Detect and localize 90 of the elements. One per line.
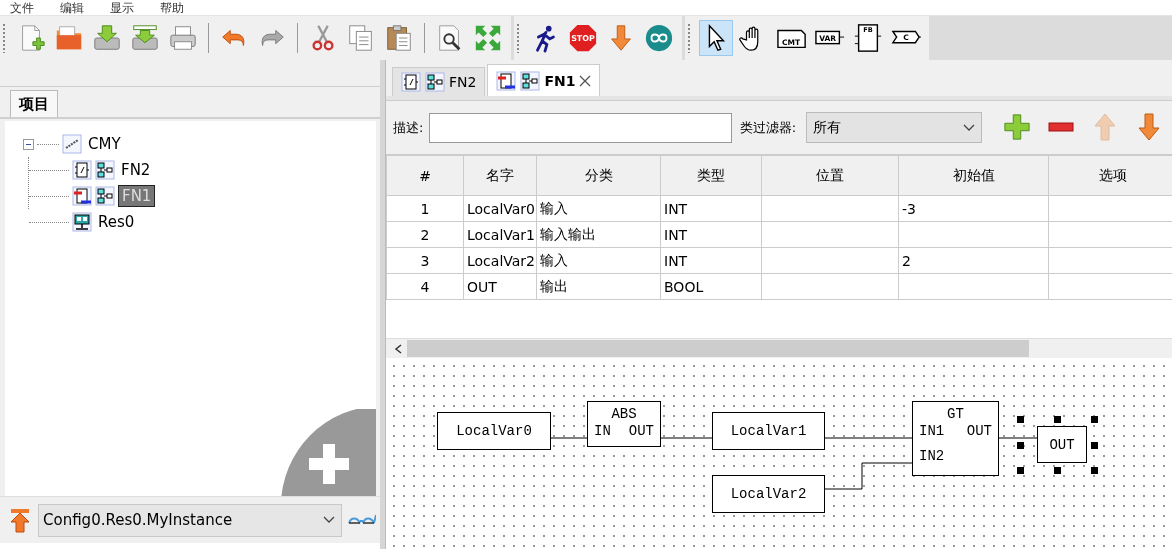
block-diagram-icon [95, 160, 115, 180]
column-header[interactable]: 位置 [761, 155, 899, 196]
up-arrow-icon[interactable] [8, 506, 32, 534]
clipboard-icon [384, 23, 414, 53]
table-cell: 输出 [536, 273, 661, 300]
table-cell: 输入 [536, 247, 661, 274]
column-header[interactable]: # [386, 155, 464, 196]
column-header[interactable]: 选项 [1048, 155, 1172, 196]
collapse-icon[interactable] [23, 138, 34, 150]
resource-icon [72, 212, 92, 232]
remove-icon [1048, 122, 1074, 132]
function-icon [72, 160, 92, 180]
function-block[interactable]: ABS IN OUT [587, 401, 661, 447]
tree-item[interactable]: Res0 [95, 212, 138, 232]
add-icon [1003, 112, 1031, 141]
table-cell: INT [660, 195, 762, 222]
printer-icon [168, 23, 198, 53]
table-cell: 3 [386, 247, 464, 274]
menu-item[interactable]: 文件 [10, 1, 34, 15]
tree-item[interactable]: FN2 [118, 160, 154, 180]
drive-download-icon [92, 23, 122, 53]
close-icon[interactable] [579, 74, 592, 87]
wire [550, 437, 588, 439]
tab-label: FN1 [544, 72, 576, 89]
expand-arrows-icon [473, 23, 503, 53]
down-arrow-icon [1138, 112, 1160, 141]
block-diagram-icon [425, 72, 445, 92]
description-field[interactable] [429, 112, 732, 143]
variable-block[interactable]: LocalVar2 [712, 475, 825, 513]
function-block[interactable]: GT IN1 IN2 OUT [912, 401, 999, 476]
port-label: IN2 [919, 448, 945, 464]
variable-block[interactable]: OUT [1037, 426, 1087, 463]
table-cell: 输入输出 [536, 221, 661, 248]
block-diagram-icon [520, 70, 541, 91]
dropdown-value: 所有 [813, 118, 842, 137]
table-cell: INT [660, 247, 762, 274]
add-button[interactable] [1002, 112, 1032, 143]
column-header[interactable]: 初始值 [898, 155, 1049, 196]
port-label: IN [594, 423, 611, 439]
column-header[interactable]: 名字 [463, 155, 537, 196]
table-cell: 2 [386, 221, 464, 248]
table-cell: INT [660, 221, 762, 248]
function-icon [496, 70, 517, 91]
table-cell: OUT [463, 273, 537, 300]
table-cell: 输入 [536, 195, 661, 222]
chevron-down-icon [323, 516, 335, 524]
tab-label: FN2 [449, 74, 477, 90]
block-diagram-icon [95, 186, 115, 206]
menu-item[interactable]: 帮助 [160, 1, 184, 15]
block-title: ABS [610, 406, 638, 422]
port-label: OUT [966, 423, 992, 439]
port-label: IN1 [919, 423, 945, 439]
glasses-icon[interactable] [348, 513, 376, 527]
tree-item[interactable]: CMY [85, 134, 124, 154]
instance-dropdown[interactable]: Config0.Res0.MyInstance [38, 503, 342, 537]
class-filter-dropdown[interactable]: 所有 [806, 112, 982, 143]
function-icon [401, 72, 421, 92]
scroll-left-icon[interactable] [394, 343, 402, 354]
scrollbar-thumb[interactable] [407, 340, 1029, 357]
table-cell: 4 [386, 273, 464, 300]
menu-item[interactable]: 显示 [110, 1, 134, 15]
table-cell: -3 [898, 195, 1049, 222]
wire [660, 437, 713, 439]
editor-tab[interactable]: FN1 [487, 64, 601, 96]
table-cell: 1 [386, 195, 464, 222]
infinity-circle-icon [644, 23, 674, 53]
panel-tab[interactable]: 项目 [10, 90, 58, 117]
chevron-down-icon [963, 123, 975, 132]
table-cell: LocalVar1 [463, 221, 537, 248]
table-cell: 2 [898, 247, 1049, 274]
editor-tab[interactable]: FN2 [392, 67, 486, 96]
column-header[interactable]: 类型 [660, 155, 762, 196]
table-cell: LocalVar0 [463, 195, 537, 222]
table-cell: BOOL [660, 273, 762, 300]
instance-name: Config0.Res0.MyInstance [43, 511, 233, 529]
selection-handles[interactable] [1017, 416, 1098, 474]
table-cell: LocalVar2 [463, 247, 537, 274]
toolbar-button[interactable] [699, 20, 733, 56]
up-arrow-icon [1094, 112, 1116, 141]
field-label: 描述: [393, 118, 424, 137]
variable-block[interactable]: LocalVar1 [712, 412, 825, 450]
menu-item[interactable]: 编辑 [60, 1, 84, 15]
port-label: OUT [628, 423, 654, 439]
field-label: 类过滤器: [739, 118, 797, 137]
variable-block[interactable]: LocalVar0 [437, 412, 551, 450]
wire [998, 437, 1038, 439]
function-icon [72, 186, 92, 206]
column-header[interactable]: 分类 [536, 155, 661, 196]
block-title: GT [946, 406, 965, 422]
drive-download-icon [130, 23, 160, 53]
